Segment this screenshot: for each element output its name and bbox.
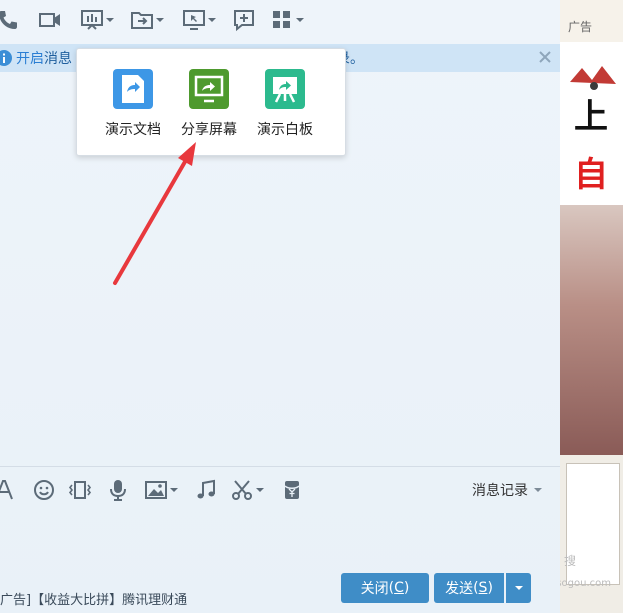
scissors-icon <box>232 480 252 500</box>
ad-label: 广告 <box>568 20 593 34</box>
share-menu-label: 演示文档 <box>105 122 161 138</box>
screen-share-menu-button[interactable] <box>80 8 114 32</box>
ad-side-panel[interactable]: 广告 上 自 搜 zhinan.sogou.com <box>560 0 623 613</box>
info-icon <box>0 50 12 66</box>
chevron-down-icon <box>514 586 523 590</box>
music-note-icon <box>197 479 215 499</box>
chevron-down-icon <box>256 488 264 492</box>
document-share-icon <box>113 69 153 109</box>
ad-headline-2: 自 <box>574 155 608 195</box>
notification-message: 消息 <box>44 51 72 67</box>
notification-text: 开启消息 <box>16 48 72 68</box>
send-button[interactable]: 发送(S) <box>434 573 504 603</box>
close-icon[interactable] <box>538 50 552 64</box>
share-menu-item-screen[interactable]: 分享屏幕 <box>169 49 249 139</box>
music-button[interactable] <box>194 477 218 503</box>
notification-link[interactable]: 开启 <box>16 51 44 67</box>
chevron-down-icon <box>170 488 178 492</box>
font-button[interactable] <box>0 477 24 503</box>
watermark-text: 搜 <box>564 554 577 568</box>
share-menu-item-document[interactable]: 演示文档 <box>93 49 173 139</box>
share-menu-item-whiteboard[interactable]: 演示白板 <box>245 49 325 139</box>
close-button[interactable]: 关闭(C) <box>341 573 429 603</box>
shake-button[interactable] <box>68 477 92 503</box>
screen-share-icon <box>189 69 229 109</box>
close-button-shortcut: C <box>394 580 404 596</box>
font-icon <box>0 480 13 500</box>
chevron-down-icon <box>106 18 114 22</box>
ad-certificate <box>560 455 623 613</box>
red-packet-button[interactable] <box>280 477 304 503</box>
chevron-down-icon <box>156 18 164 22</box>
chevron-down-icon <box>296 18 304 22</box>
chevron-down-icon <box>534 488 542 492</box>
send-image-button[interactable] <box>144 477 178 503</box>
voice-call-button[interactable] <box>0 8 24 32</box>
share-menu-label: 分享屏幕 <box>181 122 237 138</box>
ad-link[interactable]: 广告]【收益大比拼】腾讯理财通 <box>0 589 187 608</box>
chat-add-icon <box>234 10 254 32</box>
chat-toolbar <box>0 0 560 40</box>
screenshot-button[interactable] <box>230 477 264 503</box>
grid-icon <box>273 11 290 28</box>
input-divider <box>0 466 560 467</box>
brand-logo-icon <box>570 66 616 90</box>
phone-icon <box>0 11 17 29</box>
send-options-button[interactable] <box>506 573 531 603</box>
presentation-icon <box>81 10 103 30</box>
share-menu-label: 演示白板 <box>257 122 313 138</box>
screen-share-popup: 演示文档 分享屏幕 演示白板 <box>76 48 346 156</box>
microphone-icon <box>110 480 126 501</box>
apps-menu-button[interactable] <box>270 8 304 32</box>
remote-desktop-icon <box>183 10 205 30</box>
remote-assist-button[interactable] <box>182 8 216 32</box>
chat-window: 开启消息 录。 演示文档 分享屏幕 演示白板 消息记录 广告]【收益大比拼】腾讯… <box>0 0 560 613</box>
send-button-shortcut: S <box>478 580 488 596</box>
ad-headline-1: 上 <box>574 97 608 137</box>
message-history-label: 消息记录 <box>472 483 528 499</box>
video-call-button[interactable] <box>38 8 62 32</box>
ad-photo <box>560 205 623 455</box>
send-file-button[interactable] <box>130 8 164 32</box>
close-button-label: 关闭 <box>360 581 389 597</box>
smiley-icon <box>34 480 54 500</box>
whiteboard-icon <box>265 69 305 109</box>
emoji-button[interactable] <box>32 477 56 503</box>
watermark-url: zhinan.sogou.com <box>560 578 612 589</box>
send-button-label: 发送 <box>445 581 474 597</box>
chevron-down-icon <box>208 18 216 22</box>
create-discussion-button[interactable] <box>232 8 256 32</box>
vibrate-icon <box>68 481 92 499</box>
image-icon <box>145 481 167 499</box>
video-camera-icon <box>39 13 60 27</box>
voice-message-button[interactable] <box>106 477 130 503</box>
red-packet-icon <box>284 481 300 499</box>
folder-send-icon <box>131 12 153 29</box>
message-history-button[interactable]: 消息记录 <box>472 480 542 500</box>
